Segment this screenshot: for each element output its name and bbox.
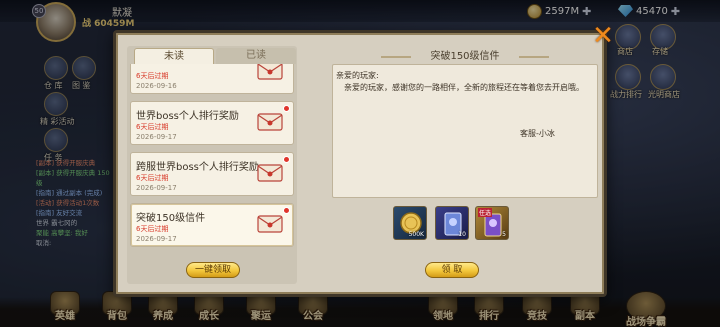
reward-tag: 任选 [478,208,493,217]
claim-button[interactable]: 领 取 [425,262,479,278]
reward-item[interactable]: 任选 5 [475,206,509,240]
mail-greeting: 亲爱的玩家: [336,71,379,80]
mail-date: 2026-09-16 [136,82,177,90]
unread-dot-icon [283,105,290,112]
mail-body: 亲爱的玩家，感谢您的一路相伴，全新的旅程还在等着您去开启哦。 [344,83,584,92]
mail-expiry: 6天后过期 [136,123,169,131]
mail-item-selected[interactable]: 突破150级信件 6天后过期 2026-09-17 [130,203,294,247]
reward-quantity: 10 [458,231,466,238]
close-icon[interactable]: ✕ [592,23,614,49]
mail-item[interactable]: 6天后过期 2026-09-16 [130,64,294,94]
mail-detail-title: 突破150级信件 [381,50,549,64]
envelope-icon [257,64,283,80]
envelope-icon [257,215,283,233]
mail-date: 2026-09-17 [136,133,177,141]
mail-expiry: 6天后过期 [136,72,169,80]
envelope-icon [257,113,283,131]
reward-quantity: 5 [502,231,506,238]
reward-item[interactable]: 10 [435,206,469,240]
mail-signature: 客服-小冰 [520,129,555,138]
mail-item[interactable]: 跨服世界boss个人排行奖励 6天后过期 2026-09-17 [130,152,294,196]
reward-quantity: 500K [408,231,424,238]
envelope-icon [257,164,283,182]
tab-unread[interactable]: 未读 [134,48,214,64]
unread-dot-icon [283,207,290,214]
mail-expiry: 6天后过期 [136,174,169,182]
mail-date: 2026-09-17 [136,235,177,243]
claim-all-button[interactable]: 一键领取 [186,262,240,278]
mail-title: 突破150级信件 [136,213,206,224]
mail-title: 跨服世界boss个人排行奖励 [136,162,259,173]
mail-list[interactable]: 6天后过期 2026-09-16 世界boss个人排行奖励 6天后过期 2026… [127,64,297,254]
mail-date: 2026-09-17 [136,184,177,192]
unread-dot-icon [283,156,290,163]
mail-expiry: 6天后过期 [136,225,169,233]
reward-item[interactable]: 500K [393,206,427,240]
mail-title: 世界boss个人排行奖励 [136,111,239,122]
tab-read[interactable]: 已读 [216,48,296,64]
mail-item[interactable]: 世界boss个人排行奖励 6天后过期 2026-09-17 [130,101,294,145]
